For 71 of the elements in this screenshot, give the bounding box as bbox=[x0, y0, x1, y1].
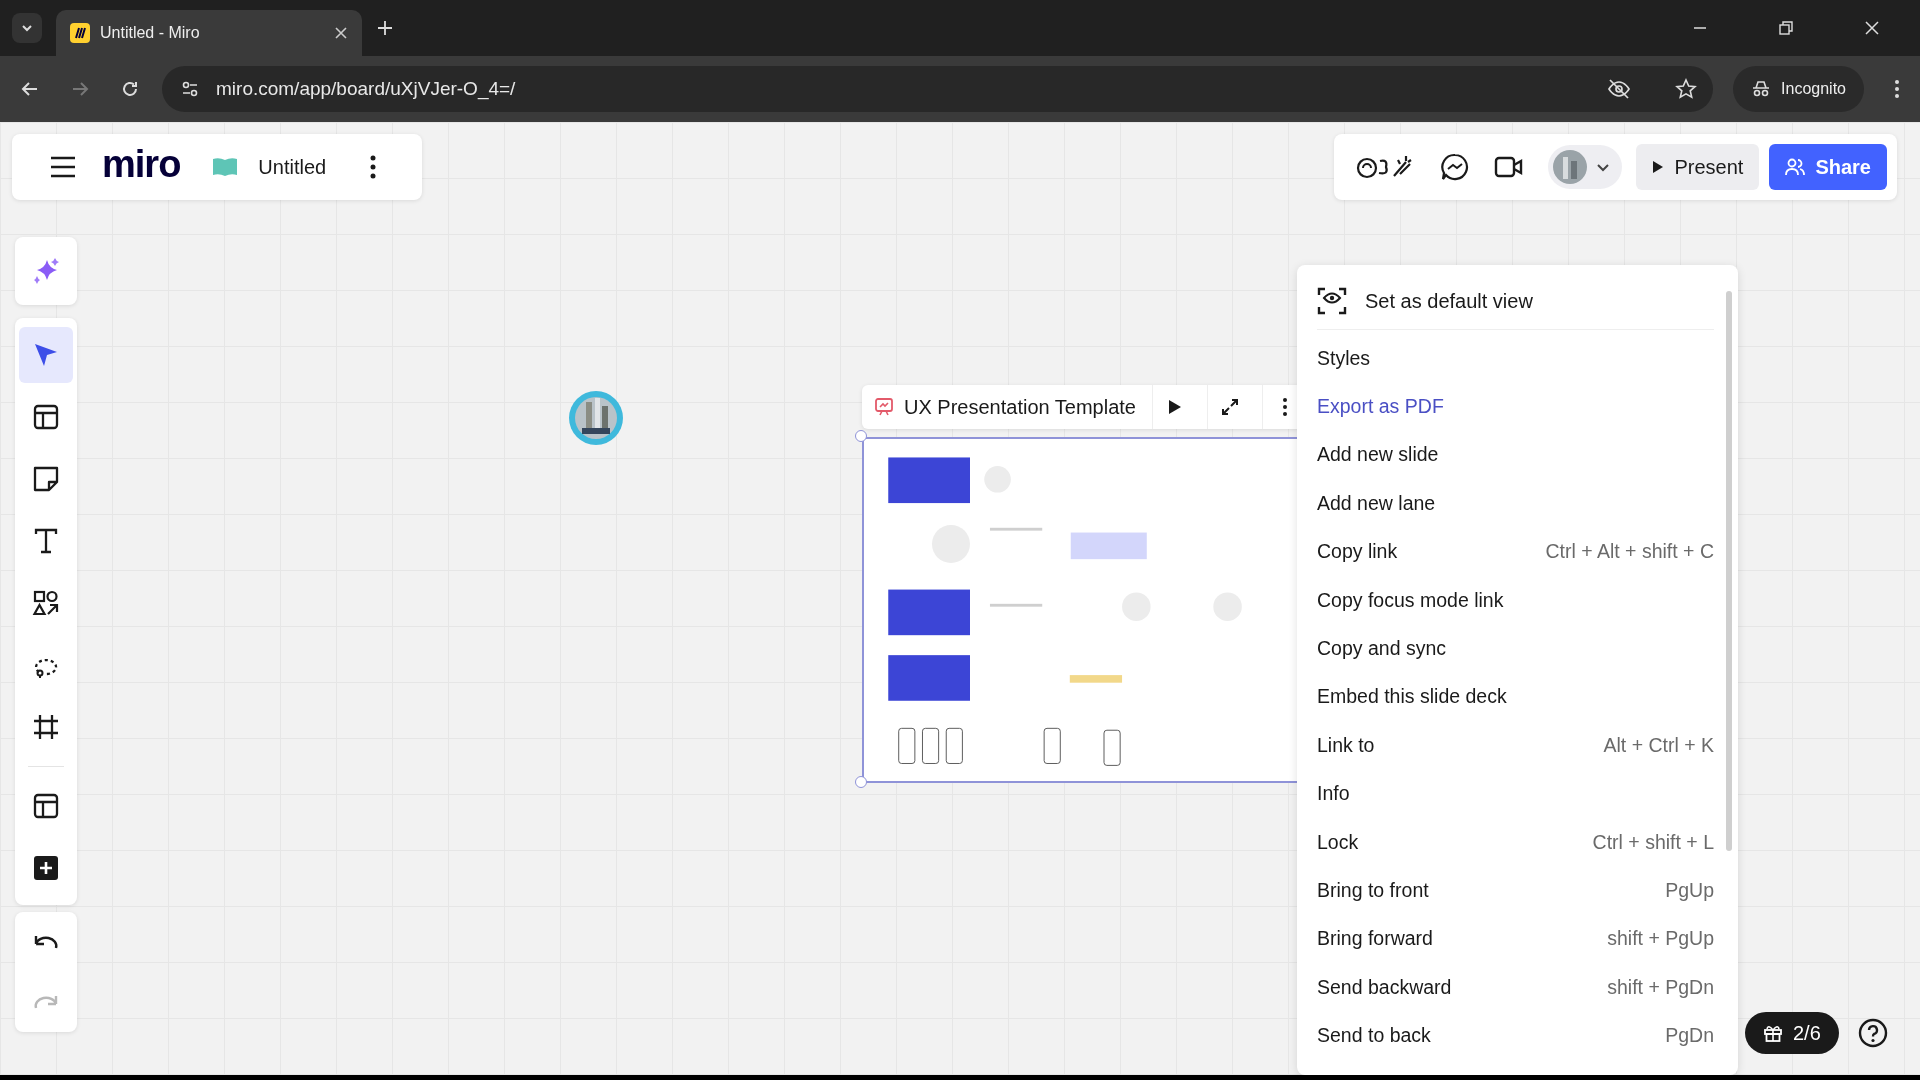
updates-button[interactable]: 2/6 bbox=[1745, 1012, 1839, 1054]
menu-item[interactable]: Copy focus mode link bbox=[1317, 575, 1714, 625]
shortcut-hint: PgUp bbox=[1665, 879, 1714, 902]
menu-item[interactable]: Embed this slide deck bbox=[1317, 672, 1714, 722]
menu-item[interactable]: Add new lane bbox=[1317, 479, 1714, 528]
app-logo-icon bbox=[70, 23, 90, 43]
expand-icon bbox=[1221, 398, 1239, 416]
chat-icon[interactable] bbox=[1440, 152, 1471, 182]
menu-item[interactable]: Export as PDF bbox=[1317, 382, 1714, 431]
select-tool[interactable] bbox=[19, 327, 73, 383]
avatar-icon bbox=[1552, 149, 1589, 185]
reload-icon[interactable] bbox=[120, 79, 140, 99]
menu-item[interactable]: Send to back PgDn bbox=[1317, 1011, 1714, 1060]
eye-focus-icon bbox=[1317, 287, 1347, 315]
eye-slash-icon[interactable] bbox=[1607, 77, 1632, 101]
shortcut-hint: Ctrl + Alt + shift + C bbox=[1545, 540, 1714, 564]
menu-item[interactable]: Copy and sync bbox=[1317, 624, 1714, 673]
profile-button[interactable]: Incognito bbox=[1733, 66, 1864, 112]
shortcut-hint: Alt + Ctrl + K bbox=[1603, 733, 1714, 757]
user-menu-button[interactable] bbox=[1548, 145, 1623, 189]
more-vertical-icon bbox=[1282, 397, 1288, 417]
address-field[interactable]: miro.com/app/board/uXjVJer-O_4=/ bbox=[162, 66, 1714, 112]
frame-icon bbox=[32, 713, 60, 741]
menu-item[interactable]: Copy link Ctrl + Alt + shift + C bbox=[1317, 527, 1714, 576]
more-vertical-icon[interactable] bbox=[370, 155, 377, 179]
sticky-note-icon bbox=[32, 465, 60, 493]
play-icon bbox=[1652, 160, 1665, 174]
menu-item[interactable]: Send backward shift + PgDn bbox=[1317, 963, 1714, 1012]
menu-item[interactable]: Set as default view bbox=[1317, 273, 1714, 330]
resize-handle[interactable] bbox=[855, 776, 867, 788]
share-button[interactable]: Share bbox=[1769, 144, 1887, 190]
close-icon[interactable] bbox=[334, 26, 348, 40]
browser-tab[interactable]: Untitled - Miro bbox=[56, 10, 362, 56]
video-camera-icon[interactable] bbox=[1494, 155, 1525, 179]
site-settings-icon bbox=[180, 79, 200, 99]
shortcut-hint: shift + PgUp bbox=[1607, 927, 1714, 951]
people-icon bbox=[1785, 158, 1806, 176]
tab-title: Untitled - Miro bbox=[100, 24, 201, 42]
new-tab-icon[interactable] bbox=[376, 19, 394, 37]
menu-item[interactable]: Link to Alt + Ctrl + K bbox=[1317, 721, 1714, 770]
presentation-icon bbox=[874, 397, 894, 417]
plus-icon bbox=[32, 854, 60, 882]
book-icon bbox=[212, 157, 239, 177]
menu-item[interactable]: Bring forward shift + PgUp bbox=[1317, 914, 1714, 964]
board-name[interactable]: Untitled bbox=[258, 155, 327, 179]
menu-item[interactable]: Bring to front PgUp bbox=[1317, 866, 1714, 915]
menu-item[interactable]: Lock Ctrl + shift + L bbox=[1317, 817, 1714, 867]
incognito-icon bbox=[1751, 80, 1772, 98]
tab-search-button[interactable] bbox=[12, 13, 42, 43]
text-icon bbox=[32, 527, 60, 555]
menu-icon[interactable] bbox=[50, 156, 76, 178]
play-icon bbox=[1168, 399, 1182, 415]
more-vertical-icon[interactable] bbox=[1894, 79, 1900, 99]
miro-logo[interactable]: miro bbox=[102, 142, 181, 186]
resize-handle[interactable] bbox=[855, 430, 867, 442]
menu-item[interactable]: Add new slide bbox=[1317, 430, 1714, 480]
shortcut-hint: PgDn bbox=[1665, 1024, 1714, 1048]
restore-icon[interactable] bbox=[1778, 20, 1794, 36]
layout-icon bbox=[32, 792, 60, 820]
layout-icon bbox=[32, 403, 60, 431]
menu-item[interactable]: Info bbox=[1317, 769, 1714, 818]
shortcut-hint: shift + PgDn bbox=[1607, 975, 1714, 999]
menu-item[interactable]: Styles bbox=[1317, 334, 1714, 383]
gift-icon bbox=[1763, 1023, 1783, 1043]
shortcut-hint: Ctrl + shift + L bbox=[1592, 830, 1714, 854]
shapes-icon bbox=[32, 589, 60, 617]
present-button[interactable]: Present bbox=[1636, 144, 1760, 190]
help-icon[interactable] bbox=[1858, 1018, 1888, 1048]
frame-title[interactable]: UX Presentation Template bbox=[904, 395, 1136, 419]
close-window-icon[interactable] bbox=[1864, 20, 1880, 36]
star-icon[interactable] bbox=[1675, 78, 1698, 100]
